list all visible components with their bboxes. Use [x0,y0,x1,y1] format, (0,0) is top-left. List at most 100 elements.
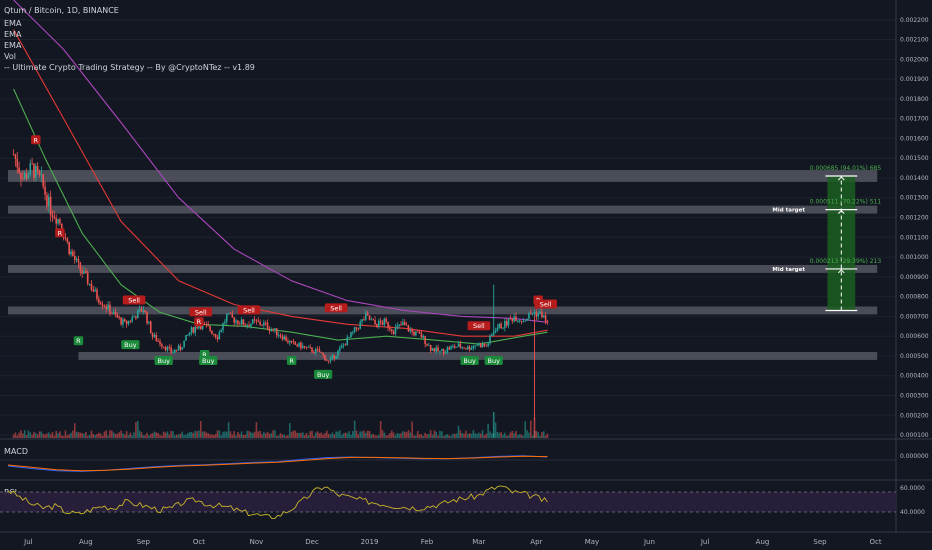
candle-body [515,316,517,322]
volume-bar [261,434,263,438]
volume-bar [175,434,178,438]
rsi-upper-tick: 60.0000 [900,485,925,492]
indicator-ema-mid[interactable]: EMA [4,30,22,39]
volume-bar [415,435,417,438]
candle-body [20,173,22,179]
volume-bar [316,431,319,438]
price-tick-label: 0.000900 [900,274,929,281]
price-tick-label: 0.001200 [900,215,929,222]
volume-bar [409,432,412,438]
candle-body [283,336,286,340]
volume-bar [385,435,387,438]
candle-body [294,341,297,345]
candle-body [459,343,462,348]
volume-bar [251,432,254,438]
volume-bar [422,435,425,438]
indicator-ema-slow[interactable]: EMA [4,41,22,50]
candle-body [170,347,172,353]
candle-body [324,355,326,361]
signal-label: Buy [124,341,137,349]
candle-body [507,318,510,326]
candle-body [446,347,449,352]
price-tick-label: 0.001100 [900,234,929,241]
candle-body [524,320,527,322]
volume-bar [29,432,32,438]
volume-bar [416,431,419,438]
volume-bar [390,430,393,438]
price-tick-label: 0.002100 [900,37,929,44]
candle-body [59,219,61,224]
candle-body [192,327,195,333]
candle-body [316,348,319,350]
volume-bar [31,434,33,438]
candle-body [385,318,387,322]
volume-bar [518,434,521,438]
candle-body [46,194,48,207]
symbol-title[interactable]: Qtum / Bitcoin, 1D, BINANCE [4,6,119,15]
candle-body [38,170,41,176]
volume-bar [452,433,454,438]
candle-body [140,308,143,312]
volume-bar [16,435,19,438]
candle-body [255,319,258,321]
candle-body [407,325,410,332]
volume-bar [81,432,83,438]
indicator-strategy[interactable]: -- Ultimate Crypto Trading Strategy -- B… [4,63,255,72]
candle-body [281,336,284,340]
candle-body [222,323,224,331]
volume-bar [372,433,375,438]
price-tick-label: 0.001500 [900,155,929,162]
candle-body [390,329,393,332]
volume-bar [455,433,458,438]
volume-bar [253,431,256,438]
volume-bar [194,430,197,438]
candle-body [187,334,189,336]
price-tick-label: 0.001300 [900,195,929,202]
candle-body [288,340,291,343]
candle-body [246,325,248,327]
volume-bar [231,434,234,438]
indicator-ema-fast[interactable]: EMA [4,19,22,28]
signal-label: R [76,337,81,345]
indicator-volume[interactable]: Vol [4,52,16,61]
volume-bar [73,423,76,438]
candle-body [77,258,80,263]
time-tick-label: Nov [250,538,264,546]
volume-bar [496,431,499,438]
candle-body [51,215,54,218]
time-tick-label: 2019 [361,538,379,546]
volume-bar [20,430,22,438]
volume-bar [177,434,180,438]
candle-body [415,331,417,336]
volume-bar [470,433,473,438]
candle-body [352,331,354,333]
volume-bar [277,435,280,438]
candle-body [313,352,315,354]
candle-body [196,326,198,329]
candle-body [424,335,426,345]
candle-body [218,332,221,340]
volume-bar [400,433,402,438]
volume-bar [318,433,321,438]
volume-bar [453,433,456,438]
candle-body [250,323,252,327]
volume-bar [361,431,363,438]
candle-body [487,343,489,346]
volume-bar [433,430,436,438]
candle-body [429,344,432,351]
trading-chart[interactable]: 0.000685 (94.01%) 685 0.000511 (70.22%) 5… [0,0,932,550]
candle-body [44,186,46,195]
candle-body [329,357,332,361]
price-tick-label: 0.000300 [900,392,929,399]
candle-body [489,335,491,344]
candle-body [511,318,514,322]
candle-body [314,348,317,354]
volume-bar [522,435,525,438]
volume-bar [75,431,78,438]
candle-body [372,319,375,321]
candle-body [161,344,163,347]
candle-body [27,174,30,179]
candle-body [188,332,191,335]
volume-bar [114,433,117,438]
volume-bar [520,434,523,438]
